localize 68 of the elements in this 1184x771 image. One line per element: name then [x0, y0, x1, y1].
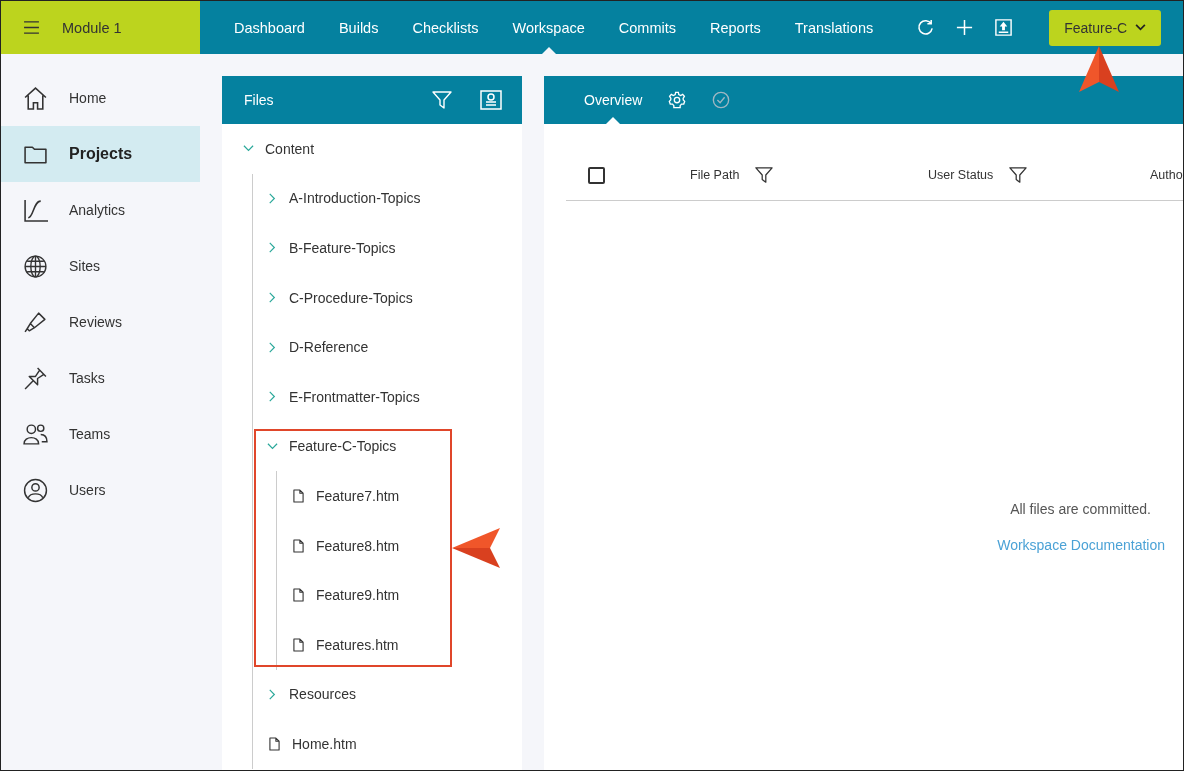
branch-dropdown[interactable]: Feature-C	[1049, 9, 1162, 46]
arrow-pointer-icon	[452, 528, 500, 568]
id-card-icon[interactable]	[480, 90, 502, 110]
nav-tab[interactable]: Dashboard	[217, 1, 322, 54]
sidebar-item[interactable]: Analytics	[1, 182, 200, 238]
nav-tab[interactable]: Reports	[693, 1, 778, 54]
document-icon	[293, 488, 304, 503]
document-icon	[293, 637, 304, 652]
sidebar-item[interactable]: Sites	[1, 238, 200, 294]
nav-tab[interactable]: Commits	[601, 1, 693, 54]
overview-tab[interactable]: Overview	[584, 76, 643, 124]
column-header: User Status	[928, 168, 994, 182]
sidebar-item[interactable]: Tasks	[1, 350, 200, 406]
file-name[interactable]: Feature8.htm	[316, 537, 400, 554]
file-name[interactable]: Home.htm	[292, 735, 357, 752]
chevron-right-icon[interactable]	[267, 688, 278, 700]
nav-tab[interactable]: Checklists	[395, 1, 496, 54]
module-title: Module 1	[62, 19, 122, 36]
nav-tab[interactable]: Translations	[777, 1, 891, 54]
globe-icon	[23, 253, 48, 279]
sidebar-item[interactable]: Reviews	[1, 294, 200, 350]
column-header: File Path	[690, 168, 740, 182]
sidebar-item[interactable]: Users	[1, 462, 200, 518]
document-icon	[293, 538, 304, 553]
sidebar-item[interactable]: Teams	[1, 406, 200, 462]
empty-message: All files are committed.	[1010, 501, 1151, 517]
document-icon	[269, 736, 280, 751]
file-name[interactable]: Features.htm	[316, 636, 399, 653]
pin-icon	[23, 365, 48, 391]
filter-icon[interactable]	[1009, 166, 1028, 184]
chevron-down-icon[interactable]	[267, 440, 278, 452]
folder-name[interactable]: D-Reference	[289, 339, 369, 356]
chevron-right-icon[interactable]	[267, 192, 278, 204]
chevron-right-icon[interactable]	[267, 242, 278, 254]
file-name[interactable]: Feature9.htm	[316, 587, 400, 604]
folder-name[interactable]: A-Introduction-Topics	[289, 190, 421, 207]
column-header: Autho	[1150, 168, 1183, 182]
marker-icon	[23, 309, 48, 335]
document-icon	[293, 588, 304, 603]
folder-name[interactable]: C-Procedure-Topics	[289, 289, 413, 306]
home-icon	[23, 85, 48, 111]
chevron-right-icon[interactable]	[267, 341, 278, 353]
upload-icon[interactable]	[994, 18, 1014, 37]
chevron-right-icon[interactable]	[267, 292, 278, 304]
folder-name[interactable]: E-Frontmatter-Topics	[289, 388, 420, 405]
nav-tab[interactable]: Builds	[321, 1, 396, 54]
user-icon	[23, 477, 48, 503]
nav-tab[interactable]: Workspace	[495, 1, 602, 54]
folder-name[interactable]: Feature-C-Topics	[289, 438, 397, 455]
settings-icon[interactable]	[668, 91, 687, 109]
refresh-icon[interactable]	[916, 18, 936, 37]
filter-icon[interactable]	[755, 166, 774, 184]
people-icon	[23, 421, 48, 447]
file-name[interactable]: Feature7.htm	[316, 487, 400, 504]
folder-name[interactable]: Content	[265, 140, 315, 157]
folder-name[interactable]: Resources	[289, 686, 356, 703]
chevron-down-icon	[1135, 24, 1147, 31]
chevron-right-icon[interactable]	[267, 391, 278, 403]
select-all-checkbox[interactable]	[588, 166, 605, 184]
panel-title: Files	[244, 92, 275, 108]
sidebar-item[interactable]: Home	[1, 70, 200, 126]
plus-icon[interactable]	[955, 18, 975, 37]
folder-name[interactable]: B-Feature-Topics	[289, 240, 396, 256]
menu-icon[interactable]	[23, 21, 40, 34]
arrow-pointer-icon	[1079, 46, 1119, 92]
sidebar-item[interactable]: Projects	[1, 126, 200, 182]
check-circle-icon[interactable]	[712, 91, 731, 109]
chart-icon	[23, 197, 48, 223]
